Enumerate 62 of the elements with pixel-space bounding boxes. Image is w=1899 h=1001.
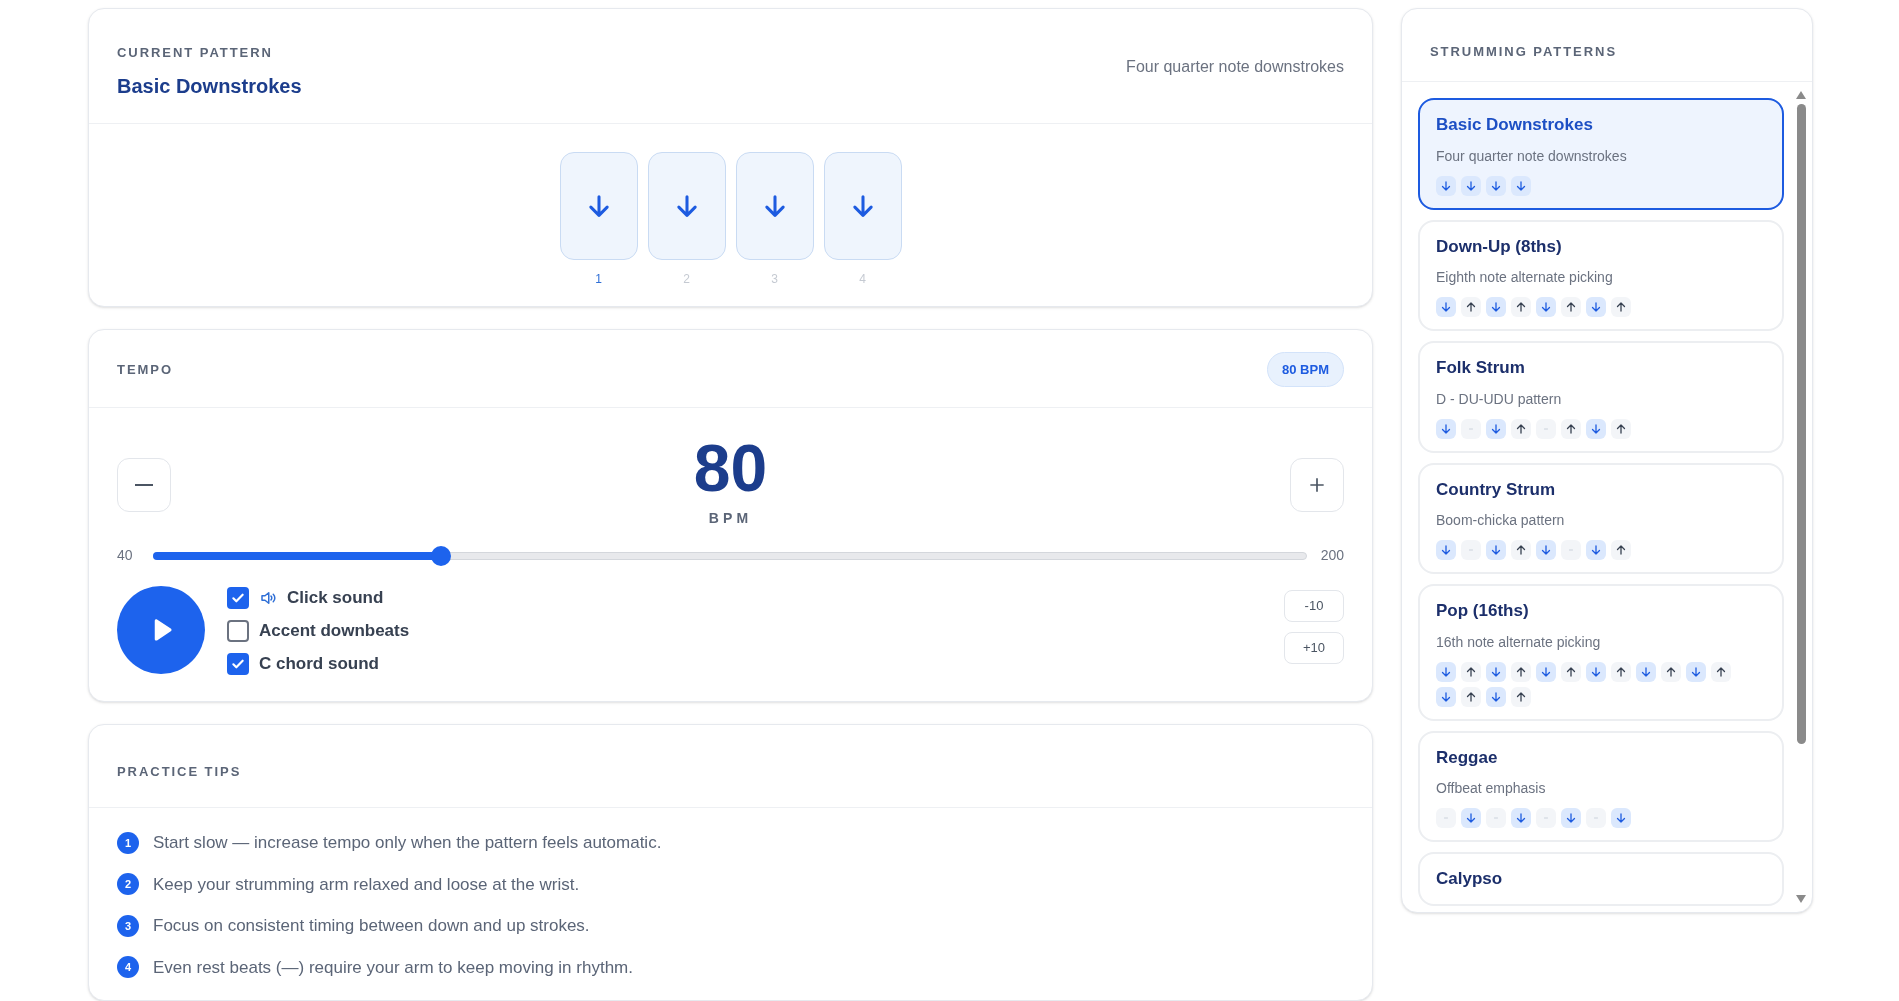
pattern-name: Calypso: [1436, 868, 1504, 890]
tip-number: 4: [117, 956, 139, 979]
beat-tile[interactable]: [735, 151, 814, 260]
bpm-badge: 80 BPM: [1267, 351, 1344, 387]
step-button[interactable]: -10: [1284, 590, 1344, 622]
section-label: PRACTICE TIPS: [117, 764, 242, 779]
pattern-description: 16th note alternate picking: [1436, 632, 1602, 652]
pattern-name: Basic Downstrokes: [1436, 114, 1594, 136]
tip-text: Focus on consistent timing between down and up strokes.: [153, 915, 590, 937]
pattern-name: Folk Strum: [1436, 357, 1526, 379]
pattern-name: Down-Up (8ths): [1436, 235, 1563, 258]
checkbox[interactable]: [227, 586, 249, 609]
option-label: Accent downbeats: [259, 619, 410, 642]
scroll-down-icon[interactable]: [1795, 894, 1807, 904]
tip-number: 3: [117, 914, 139, 937]
tempo-slider[interactable]: [153, 545, 1307, 566]
beat-tile[interactable]: [559, 151, 638, 260]
pattern-description: Four quarter note downstrokes: [1126, 57, 1344, 77]
pattern-card[interactable]: Folk Strum D - DU-UDU pattern: [1418, 341, 1784, 453]
pattern-card[interactable]: Country Strum Boom-chicka pattern: [1418, 462, 1784, 574]
pattern-title: Basic Downstrokes: [117, 73, 302, 99]
pattern-description: Four quarter note downstrokes: [1436, 146, 1628, 166]
beat-number: 4: [859, 270, 866, 288]
pattern-description: Boom-chicka pattern: [1436, 511, 1566, 530]
pattern-card[interactable]: Calypso: [1418, 852, 1784, 906]
step-button[interactable]: +10: [1284, 632, 1344, 664]
slider-thumb[interactable]: [431, 545, 452, 566]
pattern-card[interactable]: Basic Downstrokes Four quarter note downstrokes: [1418, 98, 1784, 210]
slider-min: 40: [117, 546, 134, 565]
pattern-name: Country Strum: [1436, 478, 1556, 501]
pattern-card[interactable]: Down-Up (8ths) Eighth note alternate picking: [1418, 219, 1784, 331]
tip-text: Start slow — increase tempo only when the pattern feels automatic.: [153, 832, 662, 854]
checkbox[interactable]: [227, 652, 249, 675]
tip-number: 2: [117, 873, 139, 896]
section-label: STRUMMING PATTERNS: [1430, 44, 1617, 59]
pattern-card[interactable]: Reggae Offbeat emphasis: [1418, 730, 1784, 842]
tempo-unit: BPM: [708, 509, 753, 528]
tip-number: 1: [117, 831, 139, 854]
pattern-description: Offbeat emphasis: [1436, 779, 1547, 798]
pattern-name: Reggae: [1436, 746, 1499, 769]
beat-number: 3: [771, 270, 778, 288]
section-label: CURRENT PATTERN: [117, 44, 274, 62]
tip-text: Even rest beats (—) require your arm to keep moving in rhythm.: [153, 956, 633, 979]
option-label: C chord sound: [259, 652, 379, 675]
pattern-description: D - DU-UDU pattern: [1436, 389, 1563, 409]
pattern-description: Eighth note alternate picking: [1436, 268, 1614, 287]
section-label: TEMPO: [117, 360, 173, 379]
beat-number: 1: [595, 270, 602, 288]
scroll-up-icon[interactable]: [1795, 90, 1807, 100]
scrollbar-thumb[interactable]: [1796, 104, 1806, 744]
tempo-value: 80: [693, 432, 768, 504]
pattern-card[interactable]: Pop (16ths) 16th note alternate picking: [1418, 584, 1784, 721]
beat-tile[interactable]: [823, 151, 902, 260]
tip-text: Keep your strumming arm relaxed and loose at the wrist.: [153, 873, 580, 896]
beat-number: 2: [683, 270, 690, 288]
pattern-name: Pop (16ths): [1436, 600, 1530, 622]
checkbox[interactable]: [227, 619, 249, 642]
option-label: Click sound: [287, 586, 384, 609]
slider-max: 200: [1320, 546, 1344, 565]
plus-icon: [1307, 475, 1327, 495]
beat-tile[interactable]: [647, 151, 726, 260]
minus-icon: [135, 484, 153, 486]
